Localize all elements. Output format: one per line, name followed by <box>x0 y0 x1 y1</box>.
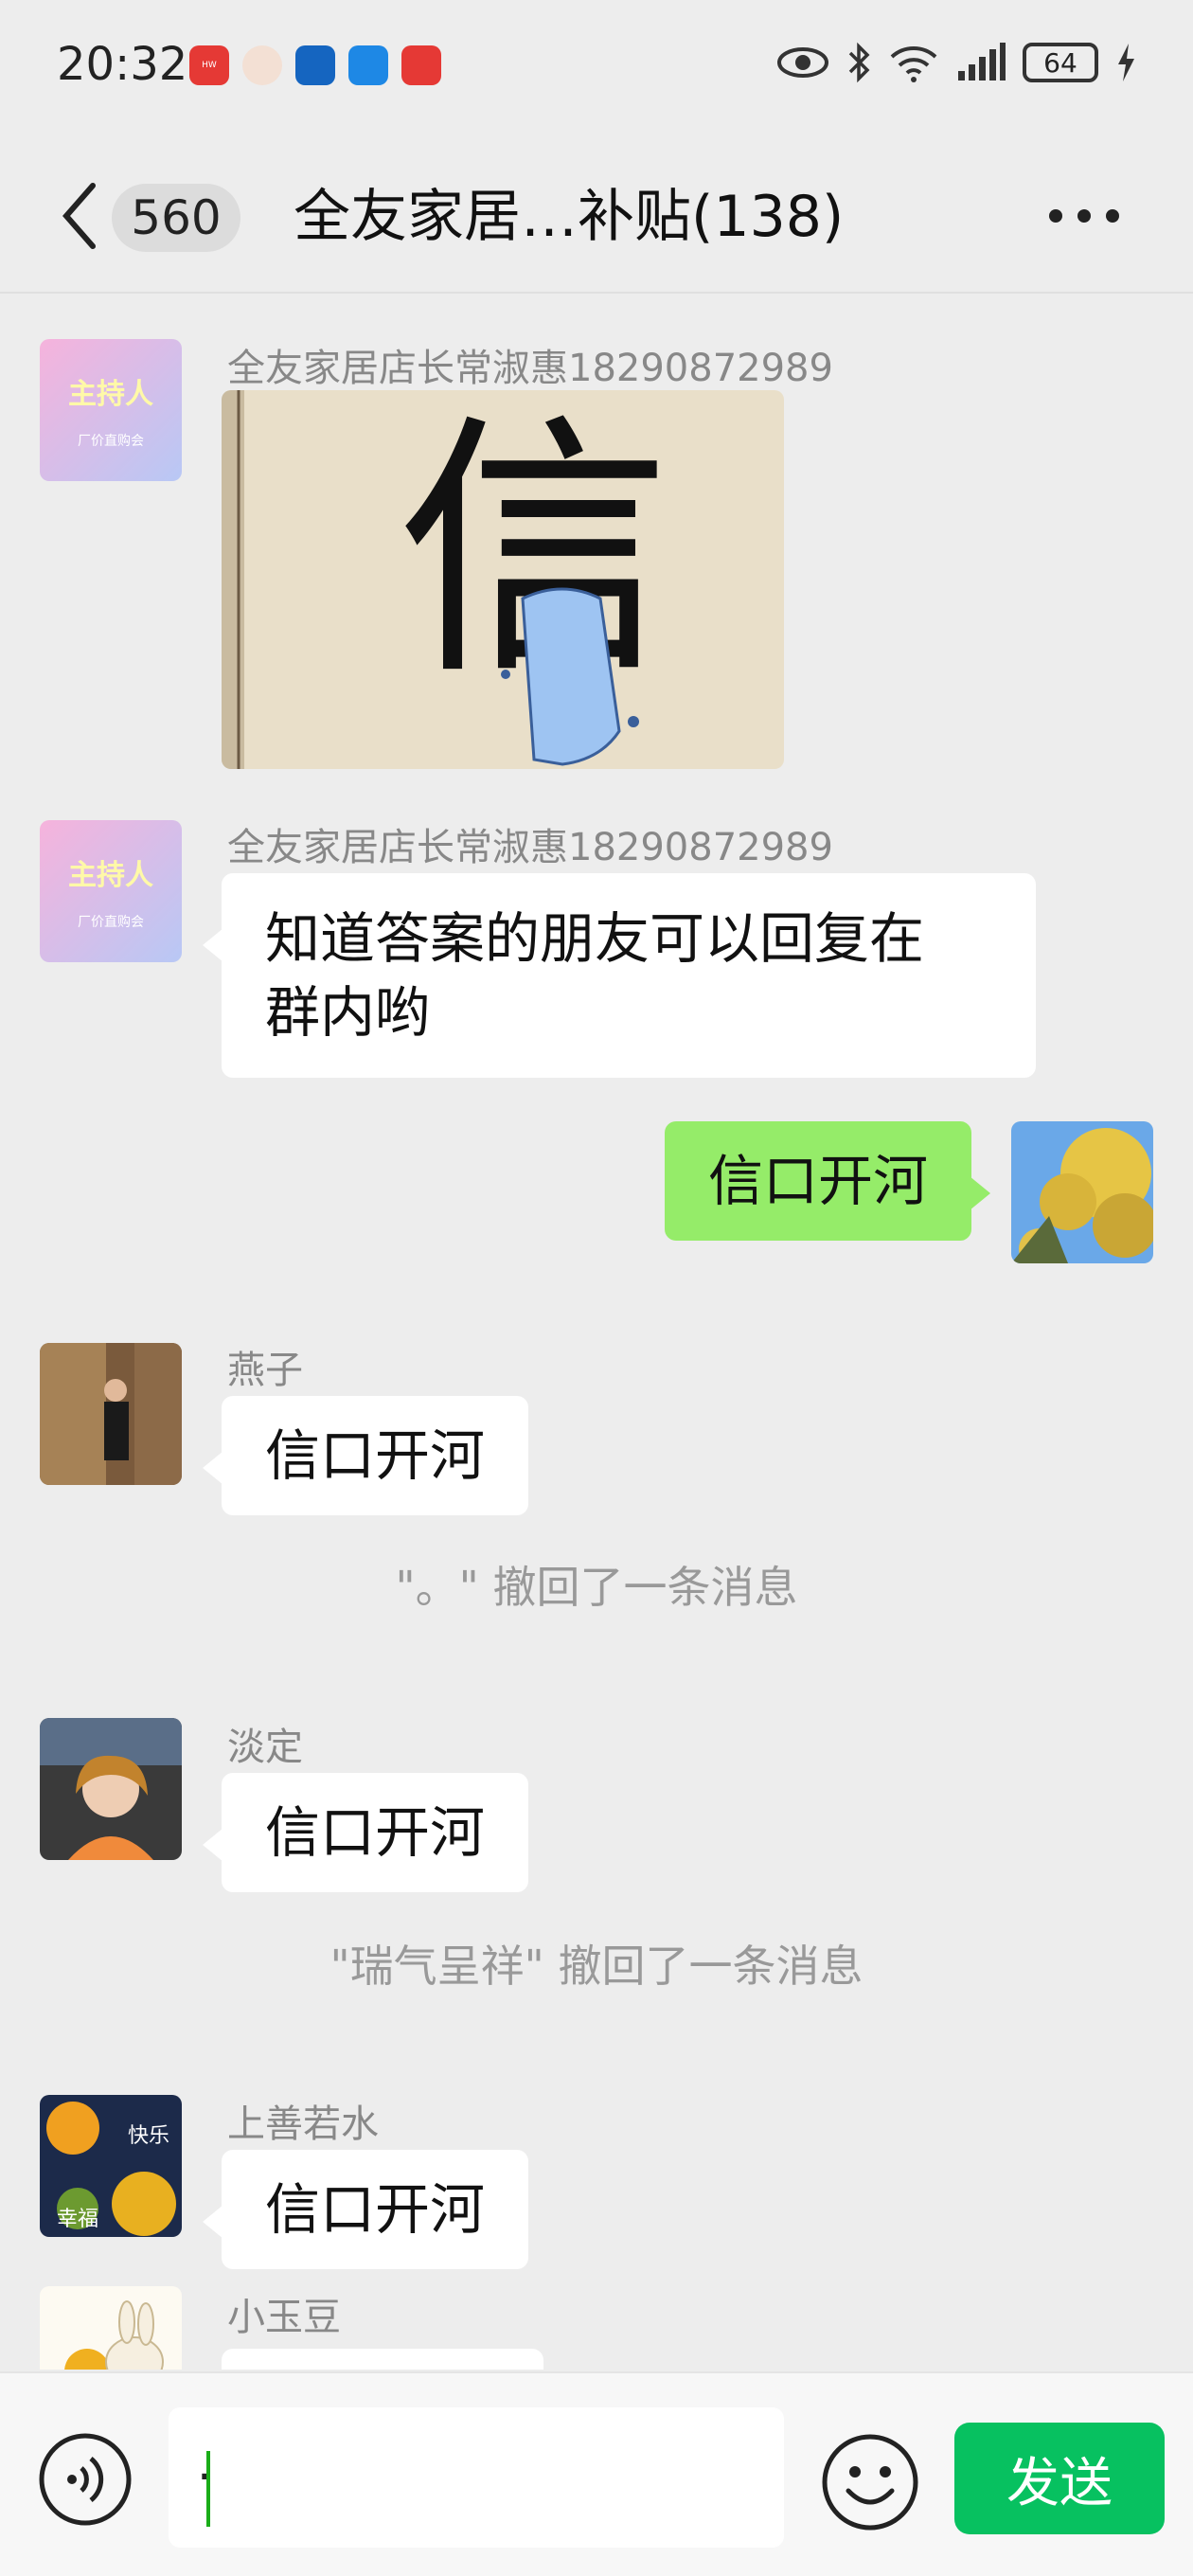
signal-icon <box>958 43 1006 80</box>
sender-name: 淡定 <box>227 1726 303 1769</box>
message-row: 燕子 信口开河 <box>0 1292 1193 1515</box>
message-row: 快乐幸福 上善若水 信口开河 <box>0 2046 1193 2269</box>
text-cursor <box>206 2451 210 2527</box>
status-icons: 64 <box>776 42 1136 83</box>
sender-name: 全友家居店长常淑惠18290872989 <box>227 347 833 390</box>
avatar[interactable] <box>40 1718 182 1860</box>
avatar-host-subtext: 厂价直购会 <box>78 914 144 930</box>
battery-indicator: 64 <box>1023 43 1098 82</box>
message-row: 主持人厂价直购会 全友家居店长常淑惠18290872989 信 <box>0 316 1193 769</box>
my-message-bubble[interactable]: 信口开河 <box>664 1121 991 1241</box>
unread-count-badge[interactable]: 560 <box>112 184 240 252</box>
message-bubble[interactable]: 信口开河 <box>202 1773 529 1892</box>
sender-name: 小玉豆 <box>227 2296 341 2339</box>
avatar-app-icon <box>242 45 282 85</box>
sender-name: 上善若水 <box>227 2102 379 2146</box>
message-row: 淡定 信口开河 <box>0 1669 1193 1892</box>
system-notice-recall: "。" 撤回了一条消息 <box>395 1562 798 1613</box>
avatar-text-happy: 快乐 <box>128 2124 169 2148</box>
avatar-text-fortune: 幸福 <box>57 2208 98 2231</box>
status-time: 20:32 <box>57 38 188 91</box>
avatar[interactable]: 主持人 厂价直购会 <box>40 820 182 962</box>
avatar[interactable]: 快乐幸福 <box>40 2095 182 2237</box>
bluetooth-icon <box>848 42 870 83</box>
message-bubble[interactable]: 信口开河 <box>202 1396 529 1515</box>
message-icon <box>348 45 388 85</box>
input-toolbar: . 发送 <box>0 2371 1193 2576</box>
avatar-host-subtext: 厂价直购会 <box>78 433 144 449</box>
charging-icon <box>1118 44 1134 81</box>
my-avatar[interactable] <box>1011 1121 1153 1263</box>
avatar[interactable]: 主持人 厂价直购会 <box>40 339 182 481</box>
message-row: 主持人厂价直购会 全友家居店长常淑惠18290872989 知道答案的朋友可以回… <box>0 797 1193 1082</box>
message-input[interactable]: . <box>169 2407 784 2548</box>
huawei-icon: HW <box>189 45 229 85</box>
status-bar: 20:32 HW 64 <box>0 0 1193 142</box>
message-row-mine: 信口开河 <box>0 1110 1193 1271</box>
browser-icon <box>295 45 335 85</box>
sender-name: 全友家居店长常淑惠18290872989 <box>227 826 833 869</box>
emoji-icon[interactable] <box>820 2432 920 2532</box>
message-text-line-2: 群内哟 <box>265 980 431 1045</box>
message-row: 小玉豆 <box>0 2286 1193 2370</box>
avatar-host-text: 主持人 <box>68 378 153 411</box>
avatar[interactable] <box>40 1343 182 1485</box>
back-arrow-icon[interactable] <box>57 178 104 254</box>
message-bubble[interactable] <box>222 2349 543 2370</box>
voice-input-icon[interactable] <box>38 2432 133 2527</box>
message-list[interactable]: 主持人 厂价直购会 全友家居店长常淑惠18290872989 信 主持人 厂价直购会… <box>0 295 1193 2370</box>
wifi-icon <box>890 46 937 82</box>
chat-title: 全友家居…补贴(138) <box>294 184 845 250</box>
sender-name: 燕子 <box>227 1349 303 1392</box>
eye-icon <box>777 47 828 78</box>
more-options-icon[interactable] <box>1042 197 1127 235</box>
message-text-line-1: 知道答案的朋友可以回复在 <box>265 906 925 971</box>
avatar-host-text: 主持人 <box>68 859 153 892</box>
message-bubble[interactable]: 知道答案的朋友可以回复在 群内哟 <box>203 873 1036 1078</box>
system-notice-recall: "瑞气呈祥" 撤回了一条消息 <box>329 1941 864 1992</box>
avatar[interactable] <box>40 2286 182 2370</box>
message-bubble[interactable]: 信口开河 <box>202 2150 529 2269</box>
image-message[interactable]: 信 <box>222 390 784 769</box>
status-app-icons: HW <box>189 45 441 85</box>
red-app-icon <box>401 45 441 85</box>
chat-header: 560 全友家居…补贴(138) <box>0 142 1193 294</box>
send-button[interactable]: 发送 <box>954 2423 1165 2534</box>
